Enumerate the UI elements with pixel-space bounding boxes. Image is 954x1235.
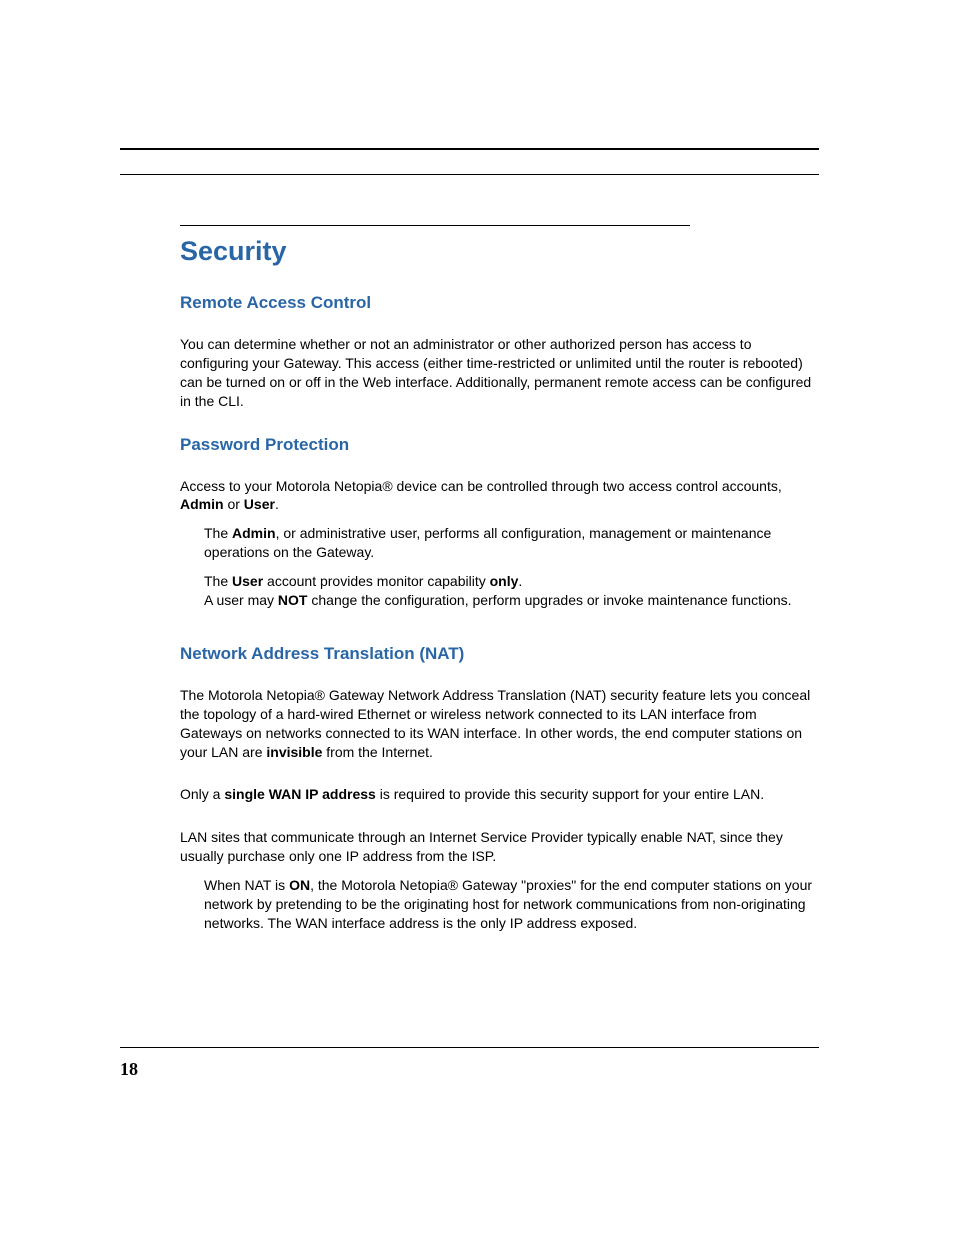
text-run: When NAT is <box>204 877 289 893</box>
content-column: Security Remote Access Control You can d… <box>180 225 819 933</box>
bold-single-wan: single WAN IP address <box>224 786 375 802</box>
section-heading-remote-access: Remote Access Control <box>180 293 819 313</box>
header-rule-thin <box>120 174 819 175</box>
section-heading-password-protection: Password Protection <box>180 435 819 455</box>
paragraph-user-desc: The User account provides monitor capabi… <box>204 572 819 610</box>
text-run: change the configuration, perform upgrad… <box>307 592 791 608</box>
text-run: The <box>204 525 232 541</box>
paragraph-nat-4: When NAT is ON, the Motorola Netopia® Ga… <box>204 876 819 933</box>
paragraph-nat-2: Only a single WAN IP address is required… <box>180 785 819 804</box>
bold-user: User <box>244 496 275 512</box>
paragraph-nat-1: The Motorola Netopia® Gateway Network Ad… <box>180 686 819 762</box>
section-heading-nat: Network Address Translation (NAT) <box>180 644 819 664</box>
text-run: from the Internet. <box>322 744 433 760</box>
text-run: is required to provide this security sup… <box>376 786 764 802</box>
document-page: Security Remote Access Control You can d… <box>0 0 954 1235</box>
bold-not: NOT <box>278 592 308 608</box>
bold-admin: Admin <box>180 496 224 512</box>
footer-rule <box>120 1047 819 1048</box>
chapter-title: Security <box>180 225 690 267</box>
bold-on: ON <box>289 877 310 893</box>
text-run: Only a <box>180 786 224 802</box>
bold-admin: Admin <box>232 525 276 541</box>
paragraph-nat-3: LAN sites that communicate through an In… <box>180 828 819 866</box>
text-run: Access to your Motorola Netopia® device … <box>180 478 782 494</box>
paragraph-remote-access-body: You can determine whether or not an admi… <box>180 335 819 411</box>
page-number: 18 <box>120 1059 138 1080</box>
bold-only: only <box>490 573 519 589</box>
text-run: . <box>275 496 279 512</box>
bold-user: User <box>232 573 263 589</box>
bold-invisible: invisible <box>266 744 322 760</box>
header-rule-thick <box>120 148 819 150</box>
text-run: A user may <box>204 592 278 608</box>
text-run: account provides monitor capability <box>263 573 489 589</box>
text-run: . <box>518 573 522 589</box>
paragraph-admin-desc: The Admin, or administrative user, perfo… <box>204 524 819 562</box>
paragraph-password-intro: Access to your Motorola Netopia® device … <box>180 477 819 515</box>
text-run: , or administrative user, performs all c… <box>204 525 771 560</box>
text-run: or <box>224 496 244 512</box>
text-run: The <box>204 573 232 589</box>
